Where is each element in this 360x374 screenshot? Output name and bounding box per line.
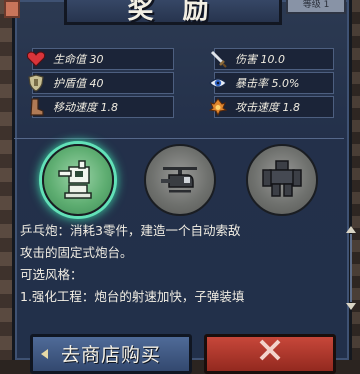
turret-icon (55, 155, 101, 205)
stat-shield: 护盾值 40 (28, 72, 174, 94)
stat-health: 生命值 30 (27, 48, 174, 70)
description-line: 乒乓炮：消耗3零件，建造一个自动索敌 (20, 223, 241, 238)
mech-robot-icon (259, 155, 305, 205)
heart-icon (25, 48, 47, 70)
item-description: 乒乓炮：消耗3零件，建造一个自动索敌 攻击的固定式炮台。 可选风格： 1.强化工… (20, 220, 330, 308)
helicopter-icon (157, 155, 203, 205)
corner-portrait-icon (4, 0, 20, 18)
level-badge: 等级 1 (286, 0, 346, 14)
divider (14, 138, 344, 139)
stat-damage: 伤害 10.0 (210, 48, 334, 70)
description-line: 1.强化工程：炮台的射速加快，子弹装填 (20, 289, 245, 304)
description-scrollbar[interactable] (346, 226, 356, 310)
go-to-shop-button[interactable]: 去商店购买 (30, 334, 192, 374)
shield-icon (25, 72, 47, 94)
sword-icon (207, 48, 229, 70)
scroll-up-arrow-icon[interactable] (346, 226, 356, 233)
description-line: 攻击的固定式炮台。 (20, 245, 133, 260)
stat-crit-rate: 暴击率 5.0% (209, 72, 334, 94)
description-line: 可选风格： (20, 267, 83, 282)
close-button[interactable] (204, 334, 336, 374)
stat-move-speed: 移动速度 1.8 (30, 96, 174, 118)
window-title: 奖 励 (127, 0, 219, 25)
reward-option-helicopter[interactable] (144, 144, 216, 216)
flame-icon (207, 96, 229, 118)
eye-icon (207, 72, 229, 94)
stat-attack-speed: 攻击速度 1.8 (209, 96, 334, 118)
reward-option-turret[interactable] (42, 144, 114, 216)
close-icon (255, 337, 285, 365)
scroll-track[interactable] (350, 234, 352, 302)
scroll-down-arrow-icon[interactable] (346, 303, 356, 310)
reward-choices (42, 144, 318, 216)
arrow-left-icon (41, 349, 48, 359)
reward-option-mech[interactable] (246, 144, 318, 216)
boot-icon (25, 96, 47, 118)
title-plate: 奖 励 (64, 0, 282, 25)
